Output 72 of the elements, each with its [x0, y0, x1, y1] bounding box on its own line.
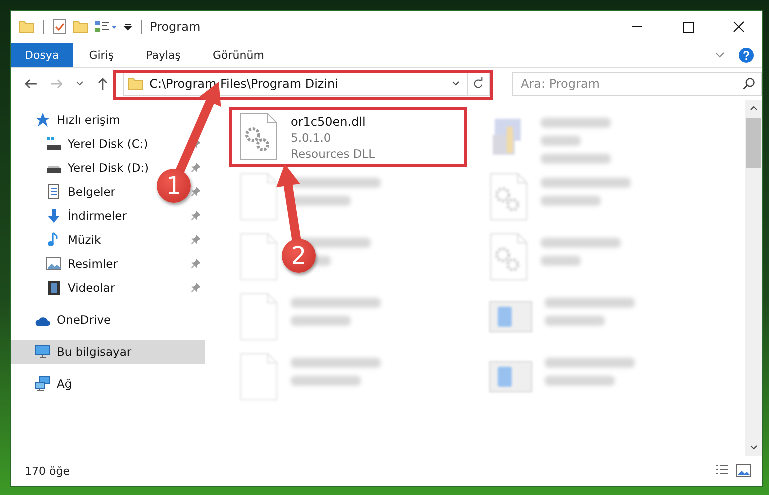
blurred-text: [541, 196, 601, 206]
document-icon: [46, 184, 62, 200]
sidebar-item[interactable]: Bu bilgisayar: [11, 340, 205, 364]
drive-icon: [46, 136, 62, 152]
sidebar-label: OneDrive: [57, 313, 112, 327]
sidebar-label: İndirmeler: [68, 209, 127, 223]
sidebar-item[interactable]: Belgeler: [46, 180, 120, 204]
pin-icon[interactable]: [191, 283, 201, 293]
sidebar-item[interactable]: OneDrive: [11, 308, 116, 332]
pin-icon[interactable]: [191, 235, 201, 245]
sidebar-label: Bu bilgisayar: [57, 345, 132, 359]
pin-icon[interactable]: [191, 163, 201, 173]
ribbon-tab[interactable]: Dosya: [11, 43, 74, 67]
pin-icon[interactable]: [191, 259, 201, 269]
file-tile[interactable]: or1c50en.dll 5.0.1.0 Resources DLL: [235, 113, 380, 161]
item-count: 170 öğe: [25, 464, 70, 478]
sidebar-label: Yerel Disk (C:): [68, 137, 148, 151]
window-icon: [489, 301, 533, 333]
ribbon-tab[interactable]: Paylaş: [130, 43, 197, 67]
gear-file-icon: [239, 113, 279, 161]
sidebar-item[interactable]: Videolar: [46, 276, 120, 300]
checklist-icon[interactable]: [52, 19, 68, 35]
sidebar-label: Hızlı erişim: [57, 113, 120, 127]
star-icon: [35, 112, 51, 128]
network-icon: [35, 376, 51, 392]
ribbon-tab[interactable]: Giriş: [73, 43, 130, 67]
scrollbar-thumb[interactable]: [746, 118, 761, 168]
blurred-text: [541, 118, 611, 128]
folder-icon: [128, 76, 144, 92]
blurred-text: [545, 316, 605, 326]
pin-icon[interactable]: [191, 187, 201, 197]
search-field[interactable]: Ara: Program: [512, 72, 762, 96]
file-type: Resources DLL: [291, 147, 376, 161]
sidebar-item[interactable]: İndirmeler: [46, 204, 131, 228]
blurred-text: [541, 256, 581, 266]
sidebar-label: Yerel Disk (D:): [68, 161, 150, 175]
pictures-icon: [46, 256, 62, 272]
blurred-text: [545, 376, 615, 386]
sidebar-item[interactable]: Resimler: [46, 252, 122, 276]
blurred-text: [541, 154, 611, 164]
window-title: Program: [150, 20, 201, 34]
blurred-text: [541, 136, 581, 146]
search-icon[interactable]: [742, 77, 756, 91]
help-icon[interactable]: [739, 48, 754, 62]
sidebar-item[interactable]: Yerel Disk (C:): [46, 132, 152, 156]
address-path: C:\Program Files\Program Dizini: [150, 77, 340, 91]
file-icon: [239, 173, 279, 221]
sidebar-label: Belgeler: [68, 185, 116, 199]
blurred-text: [291, 376, 361, 386]
caret-icon[interactable]: [123, 22, 133, 32]
blurred-text: [291, 316, 351, 326]
sidebar-item[interactable]: Yerel Disk (D:): [46, 156, 154, 180]
gear-file-icon: [489, 233, 529, 281]
properties-icon[interactable]: [94, 19, 118, 35]
sidebar-label: Müzik: [68, 233, 102, 247]
window-icon: [489, 361, 533, 393]
ribbon-tab[interactable]: Görünüm: [197, 43, 280, 67]
chevron-icon[interactable]: [715, 50, 725, 60]
file-version: 5.0.1.0: [291, 131, 332, 145]
file-name: or1c50en.dll: [291, 115, 367, 129]
sidebar-label: Resimler: [68, 257, 118, 271]
sidebar-item[interactable]: Müzik: [46, 228, 106, 252]
gear-file-icon: [489, 173, 529, 221]
download-icon: [46, 208, 62, 224]
sidebar-label: Ağ: [57, 377, 72, 391]
computer-icon: [35, 344, 51, 360]
sidebar-item[interactable]: Hızlı erişim: [11, 108, 124, 132]
sidebar-label: Videolar: [68, 281, 116, 295]
pin-icon[interactable]: [191, 211, 201, 221]
large-icons-view-icon[interactable]: [736, 463, 752, 479]
film-icon: [46, 280, 62, 296]
sidebar-item[interactable]: Ağ: [11, 372, 76, 396]
